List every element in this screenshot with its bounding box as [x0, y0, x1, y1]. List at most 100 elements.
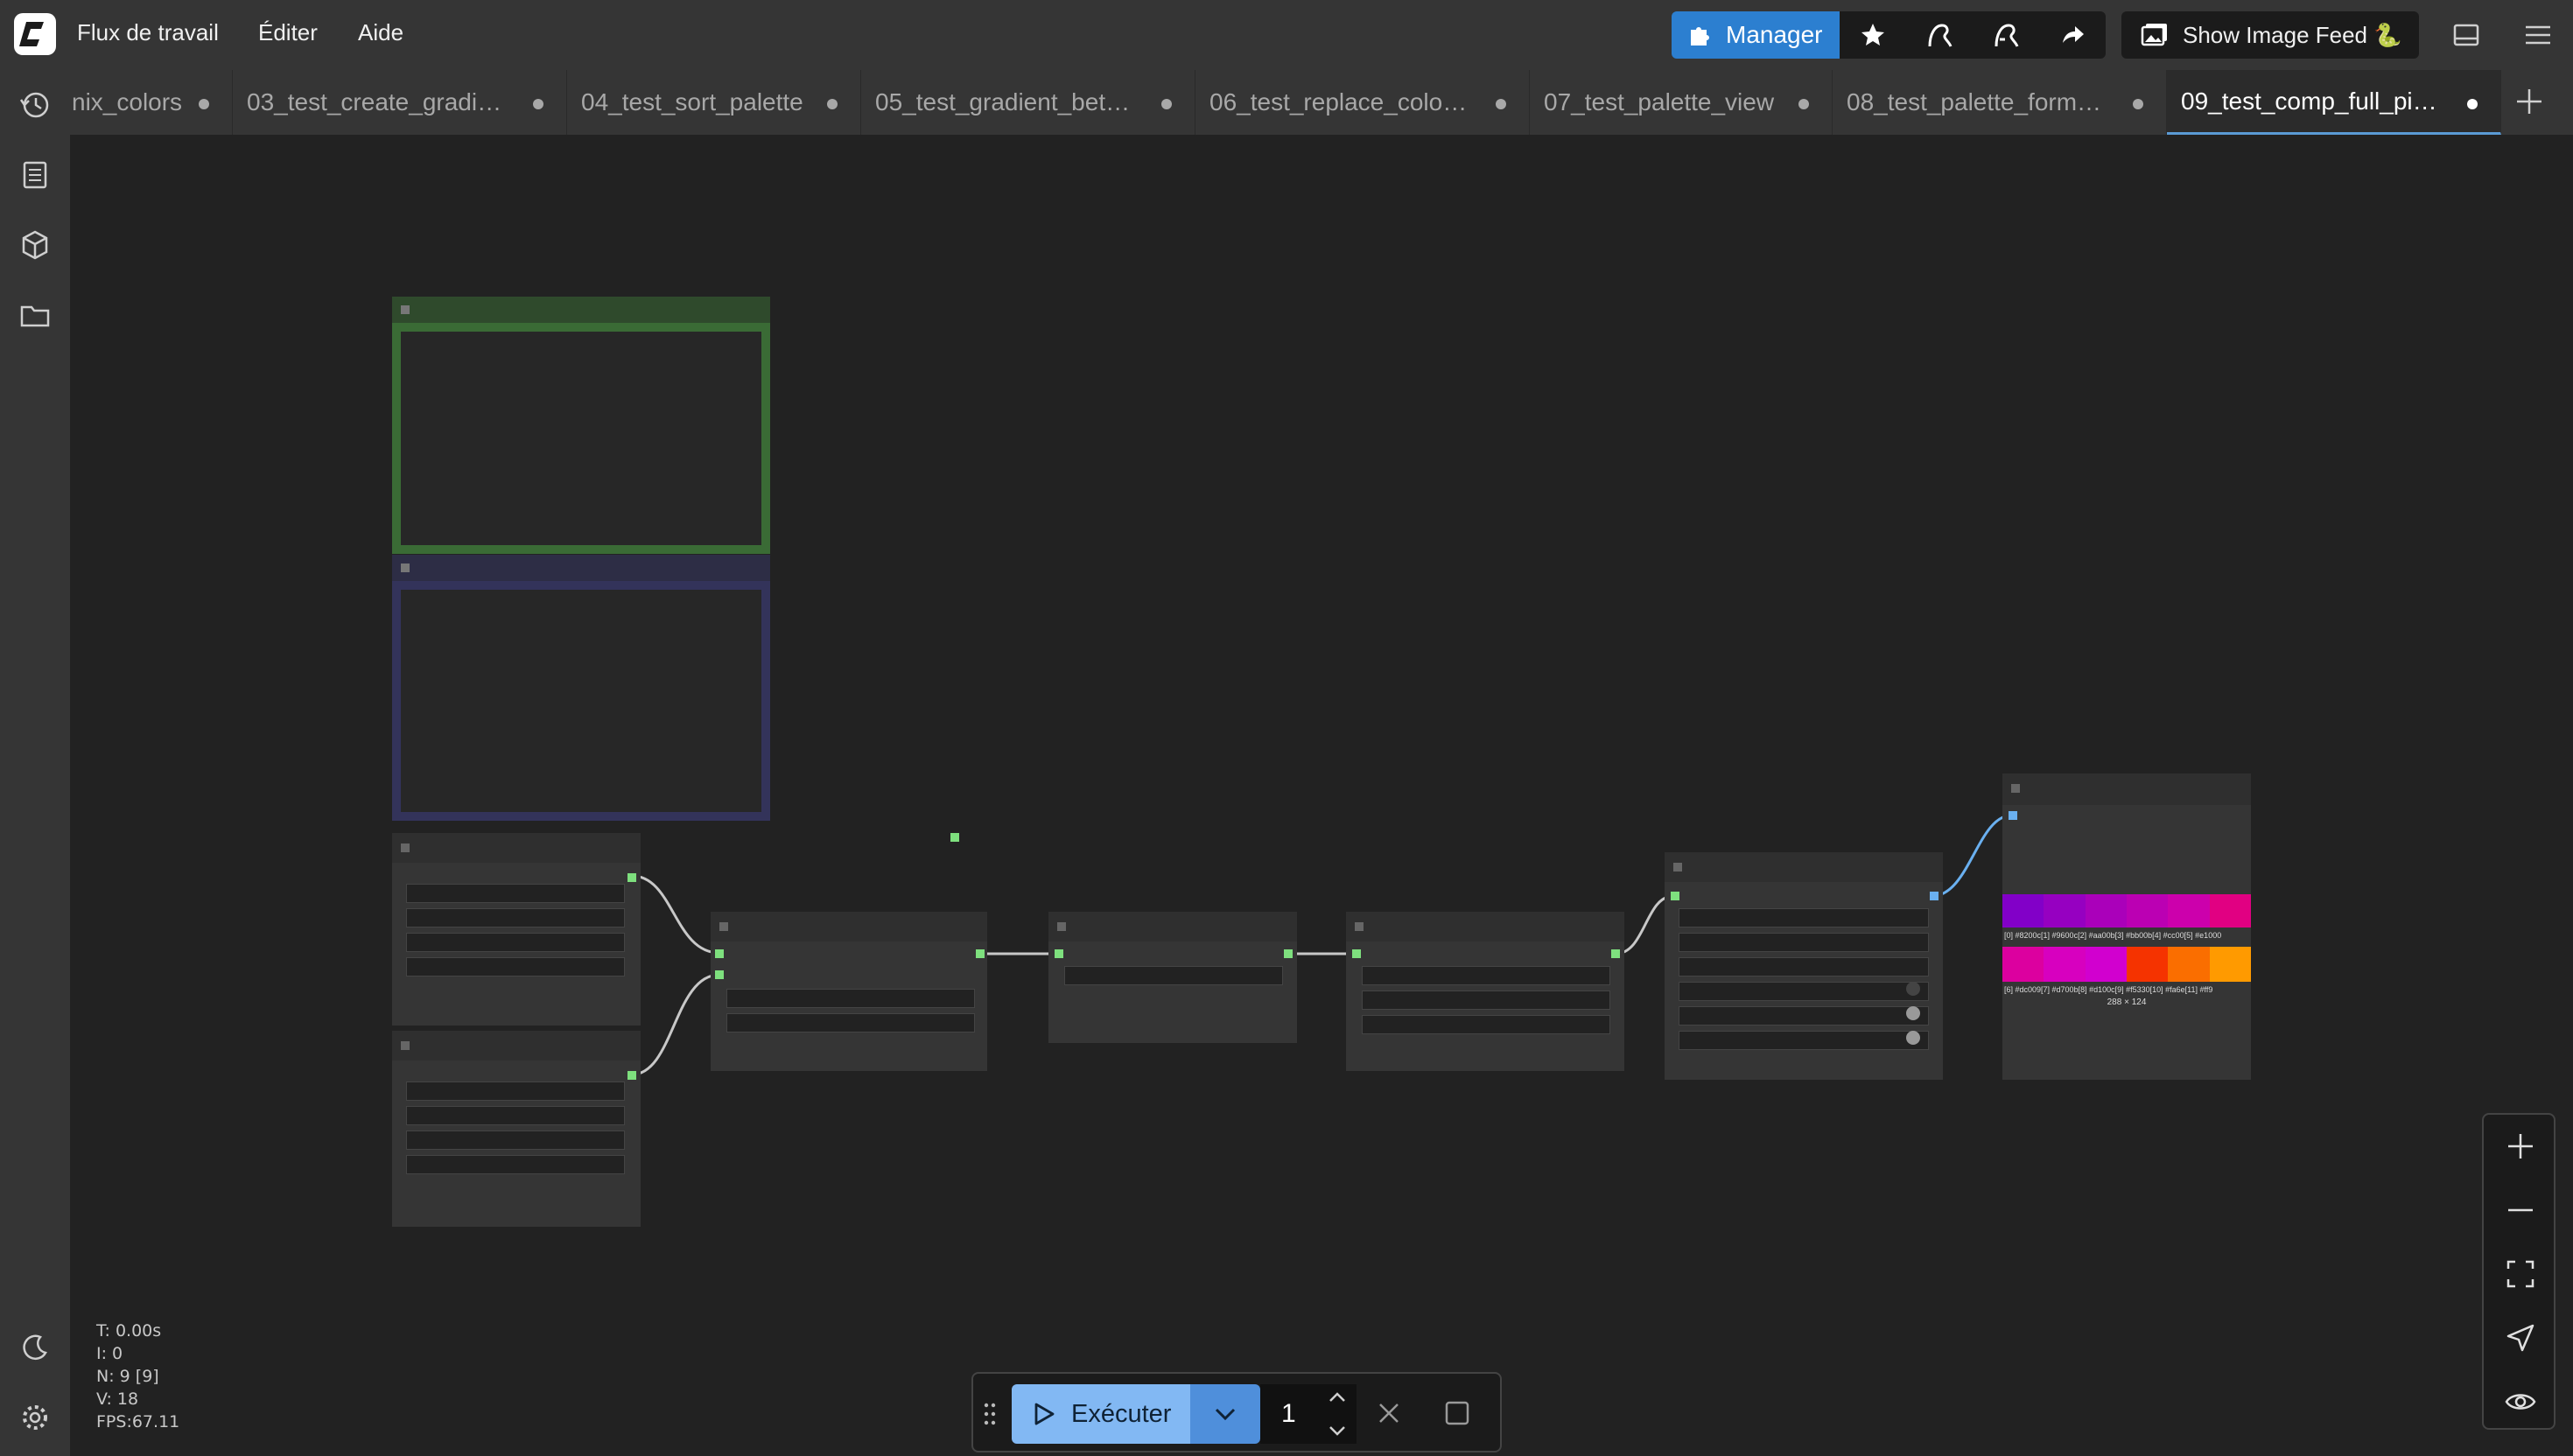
node-header[interactable] — [1048, 912, 1297, 942]
node-header[interactable] — [711, 912, 987, 942]
output-port[interactable] — [976, 949, 985, 958]
collapse-dot-icon[interactable] — [401, 1041, 410, 1050]
node-widget[interactable] — [406, 933, 625, 952]
input-port[interactable] — [2009, 811, 2017, 820]
collapse-dot-icon[interactable] — [401, 564, 410, 572]
node-palette-format[interactable] — [1665, 852, 1943, 1080]
menu-help[interactable]: Aide — [358, 19, 403, 46]
node-widget[interactable] — [726, 989, 975, 1008]
clear-queue-square-icon[interactable] — [1442, 1398, 1472, 1428]
input-port[interactable] — [715, 949, 724, 958]
visibility-eye-icon[interactable] — [2503, 1384, 2538, 1419]
node-widget[interactable] — [1679, 957, 1929, 976]
tab-sort-palette[interactable]: 04_test_sort_palette — [567, 70, 861, 135]
tab-create-gradient[interactable]: 03_test_create_gradi… — [233, 70, 567, 135]
node-widget[interactable] — [1064, 966, 1283, 985]
show-image-feed-button[interactable]: Show Image Feed 🐍 — [2121, 11, 2419, 59]
node-widget[interactable] — [1679, 1006, 1929, 1026]
history-icon[interactable] — [18, 88, 53, 122]
collapse-dot-icon[interactable] — [1673, 863, 1682, 872]
node-widget[interactable] — [726, 1013, 975, 1032]
model-library-cube-icon[interactable] — [18, 228, 53, 262]
node-widget[interactable] — [406, 1130, 625, 1150]
collapse-dot-icon[interactable] — [719, 922, 728, 931]
collapse-dot-icon[interactable] — [2011, 784, 2020, 793]
node-color-source-a[interactable] — [392, 833, 959, 1026]
hamburger-menu-button[interactable] — [2522, 19, 2554, 51]
node-install-button[interactable] — [1906, 11, 1973, 59]
node-sort-palette[interactable] — [1048, 912, 1297, 1043]
node-replace-color[interactable] — [1346, 912, 1624, 1071]
node-group-green[interactable] — [392, 297, 770, 554]
output-port[interactable] — [950, 833, 959, 842]
new-tab-plus-icon[interactable] — [2512, 84, 2547, 119]
drag-handle-icon[interactable] — [982, 1400, 998, 1428]
node-update-button[interactable] — [1973, 11, 2039, 59]
node-widget[interactable] — [406, 957, 625, 976]
collapse-dot-icon[interactable] — [401, 844, 410, 852]
node-widget[interactable] — [406, 1106, 625, 1125]
run-mode-dropdown[interactable] — [1190, 1384, 1260, 1444]
input-port[interactable] — [715, 970, 724, 979]
cancel-close-icon[interactable] — [1374, 1398, 1404, 1428]
toggle-panel-button[interactable] — [2450, 19, 2482, 51]
tab-palette-view[interactable]: 07_test_palette_view — [1530, 70, 1833, 135]
tab-gradient-between[interactable]: 05_test_gradient_bet… — [861, 70, 1195, 135]
node-header[interactable] — [2002, 774, 2251, 805]
menu-edit[interactable]: Éditer — [258, 19, 318, 46]
collapse-dot-icon[interactable] — [1057, 922, 1066, 931]
node-widget[interactable] — [1362, 1015, 1610, 1034]
tab-nix-colors[interactable]: nix_colors — [70, 70, 233, 135]
workflows-folder-icon[interactable] — [18, 298, 53, 332]
input-port[interactable] — [1671, 892, 1679, 900]
node-header[interactable] — [1346, 912, 1624, 942]
node-widget[interactable] — [406, 908, 625, 928]
chevron-up-icon[interactable] — [1325, 1388, 1350, 1407]
chevron-down-small-icon[interactable] — [1325, 1421, 1350, 1440]
node-color-source-b[interactable] — [392, 1031, 641, 1227]
toggle-knob[interactable] — [1906, 1031, 1920, 1045]
node-widget[interactable] — [406, 1082, 625, 1101]
node-widget[interactable] — [1679, 933, 1929, 952]
input-port[interactable] — [1352, 949, 1361, 958]
zoom-in-plus-icon[interactable] — [2503, 1129, 2538, 1164]
node-header[interactable] — [392, 833, 641, 863]
navigate-send-icon[interactable] — [2503, 1320, 2538, 1355]
node-widget[interactable] — [1362, 966, 1610, 985]
node-widget[interactable] — [406, 1155, 625, 1174]
tab-comp-full-pipeline[interactable]: 09_test_comp_full_pi… — [2167, 70, 2501, 135]
menu-workflow[interactable]: Flux de travail — [77, 19, 219, 46]
group-header[interactable] — [392, 297, 770, 323]
node-widget[interactable] — [406, 884, 625, 903]
node-palette-preview[interactable]: [0] #8200c[1] #9600c[2] #aa00b[3] #bb00b… — [2002, 774, 2251, 1080]
tab-palette-format[interactable]: 08_test_palette_form… — [1833, 70, 2167, 135]
node-header[interactable] — [392, 1031, 641, 1060]
app-logo[interactable] — [14, 13, 56, 55]
queue-list-icon[interactable] — [18, 158, 53, 192]
node-gradient[interactable] — [711, 912, 987, 1071]
share-button[interactable] — [2039, 11, 2106, 59]
node-header[interactable] — [1665, 852, 1943, 882]
settings-gear-icon[interactable] — [18, 1400, 53, 1435]
favorite-button[interactable] — [1840, 11, 1906, 59]
output-port[interactable] — [1284, 949, 1293, 958]
fit-view-icon[interactable] — [2503, 1256, 2538, 1292]
manager-button[interactable]: Manager — [1672, 11, 1840, 59]
node-widget[interactable] — [1679, 982, 1929, 1001]
graph-canvas[interactable]: [0] #8200c[1] #9600c[2] #aa00b[3] #bb00b… — [70, 135, 2573, 1456]
output-port[interactable] — [1611, 949, 1620, 958]
node-widget[interactable] — [1679, 1031, 1929, 1050]
theme-moon-icon[interactable] — [18, 1330, 53, 1365]
node-widget[interactable] — [1362, 990, 1610, 1010]
node-group-blue[interactable] — [392, 555, 770, 821]
toggle-knob[interactable] — [1906, 1006, 1920, 1020]
group-header[interactable] — [392, 555, 770, 581]
collapse-dot-icon[interactable] — [401, 305, 410, 314]
input-port[interactable] — [1055, 949, 1063, 958]
tab-replace-color[interactable]: 06_test_replace_colo… — [1195, 70, 1530, 135]
zoom-out-minus-icon[interactable] — [2503, 1193, 2538, 1228]
node-widget[interactable] — [1679, 908, 1929, 928]
toggle-knob[interactable] — [1906, 982, 1920, 996]
output-port[interactable] — [1930, 892, 1939, 900]
output-port[interactable] — [627, 1071, 636, 1080]
